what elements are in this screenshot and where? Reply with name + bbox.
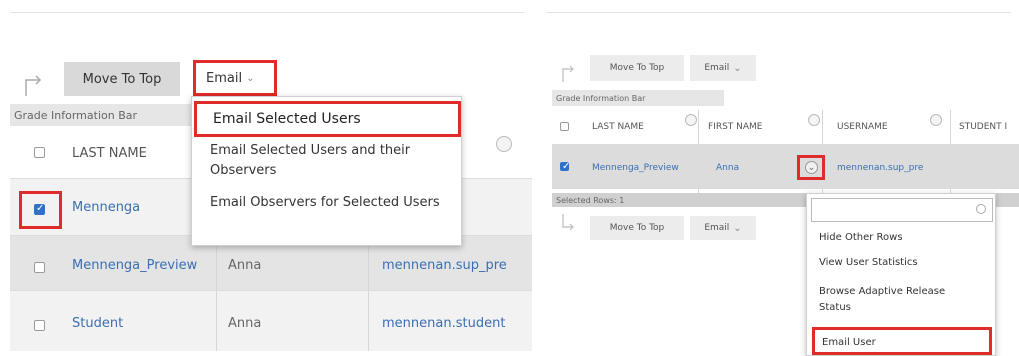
view-user-statistics-item[interactable]: View User Statistics [819, 257, 989, 268]
row-checkbox[interactable] [560, 161, 570, 172]
email-menu-button[interactable]: Email ⌄ [690, 55, 756, 81]
bottom-move-to-top-button[interactable]: Move To Top [590, 216, 684, 240]
last-name-cell[interactable]: Mennenga_Preview [72, 258, 197, 273]
row-checkbox[interactable] [34, 203, 45, 215]
email-observers-item[interactable]: Email Observers for Selected Users [210, 193, 455, 213]
row-context-menu: Hide Other Rows View User Statistics Bro… [806, 193, 996, 356]
move-to-top-button[interactable]: Move To Top [64, 62, 180, 96]
sort-icon[interactable] [808, 114, 820, 126]
column-divider [368, 291, 369, 351]
username-cell[interactable]: mennenan.student [382, 316, 505, 331]
select-all-checkbox[interactable] [34, 147, 45, 158]
move-up-arrow-icon [560, 62, 578, 84]
first-name-header[interactable]: FIRST NAME [708, 122, 763, 132]
username-cell[interactable]: mennenan.sup_pre [837, 163, 923, 173]
move-up-arrow-icon [22, 72, 46, 98]
row-checkbox[interactable] [34, 262, 45, 273]
last-name-cell[interactable]: Mennenga_Preview [592, 163, 679, 173]
row-checkbox[interactable] [34, 320, 45, 331]
hide-other-rows-item[interactable]: Hide Other Rows [819, 232, 989, 243]
top-divider [10, 12, 524, 13]
right-panel: Move To Top Email ⌄ Grade Information Ba… [540, 0, 1019, 356]
student-id-header[interactable]: STUDENT I [959, 122, 1007, 132]
grade-information-bar[interactable]: Grade Information Bar [10, 104, 200, 126]
email-label: Email [206, 70, 243, 86]
chevron-down-icon: ⌄ [733, 62, 742, 74]
chevron-down-icon: ⌄ [246, 72, 255, 84]
email-dropdown-menu: Email Selected Users Email Selected User… [191, 96, 462, 246]
row-menu-button[interactable]: ⌄ [797, 155, 825, 180]
email-selected-users-observers-item[interactable]: Email Selected Users and their Observers [210, 141, 455, 181]
chevron-down-icon: ⌄ [805, 161, 818, 174]
move-up-arrow-icon [560, 212, 578, 234]
bottom-email-menu-button[interactable]: Email ⌄ [690, 216, 756, 240]
chevron-down-icon: ⌄ [733, 222, 742, 234]
left-panel: Move To Top Email ⌄ Grade Information Ba… [0, 0, 532, 356]
top-divider [546, 12, 1011, 13]
username-cell[interactable]: mennenan.sup_pre [382, 258, 507, 273]
sort-icon[interactable] [496, 136, 512, 152]
email-menu-button[interactable]: Email ⌄ [193, 60, 277, 96]
email-label: Email [704, 223, 730, 233]
select-all-checkbox[interactable] [560, 122, 569, 131]
last-name-header[interactable]: LAST NAME [592, 122, 644, 132]
last-name-cell[interactable]: Mennenga [72, 200, 140, 215]
email-label: Email [704, 63, 730, 73]
gear-icon[interactable] [976, 204, 986, 214]
move-to-top-button[interactable]: Move To Top [590, 55, 684, 81]
grade-information-bar[interactable]: Grade Information Bar [552, 90, 724, 106]
sort-icon[interactable] [930, 114, 942, 126]
first-name-cell: Anna [228, 316, 262, 331]
column-divider [216, 291, 217, 351]
email-user-item[interactable]: Email User [812, 327, 992, 355]
sort-icon[interactable] [685, 114, 697, 126]
username-header[interactable]: USERNAME [837, 122, 888, 132]
menu-search-field[interactable] [811, 198, 993, 222]
email-selected-users-item[interactable]: Email Selected Users [194, 101, 461, 137]
last-name-header[interactable]: LAST NAME [72, 146, 147, 161]
first-name-cell: Anna [716, 163, 740, 173]
last-name-cell[interactable]: Student [72, 316, 123, 331]
first-name-cell: Anna [228, 258, 262, 273]
browse-adaptive-release-status-item[interactable]: Browse Adaptive Release Status [819, 284, 979, 316]
